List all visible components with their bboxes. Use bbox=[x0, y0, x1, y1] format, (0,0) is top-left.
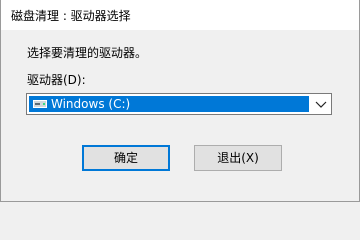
drive-select-text: Windows (C:) bbox=[51, 97, 131, 111]
drive-select-value[interactable]: Windows (C:) bbox=[29, 96, 309, 112]
drive-icon bbox=[33, 100, 47, 108]
drives-label: 驱动器(D): bbox=[27, 73, 86, 87]
exit-button[interactable]: 退出(X) bbox=[194, 145, 282, 171]
prompt-text: 选择要清理的驱动器。 bbox=[27, 46, 148, 60]
ok-button[interactable]: 确定 bbox=[82, 145, 170, 171]
chevron-down-icon[interactable] bbox=[315, 99, 327, 109]
title-bar[interactable]: 磁盘清理 : 驱动器选择 bbox=[1, 0, 359, 30]
drive-select[interactable]: Windows (C:) bbox=[26, 93, 332, 115]
window-title: 磁盘清理 : 驱动器选择 bbox=[11, 9, 131, 23]
dialog-window: 磁盘清理 : 驱动器选择 选择要清理的驱动器。 驱动器(D): Windows … bbox=[0, 0, 360, 202]
